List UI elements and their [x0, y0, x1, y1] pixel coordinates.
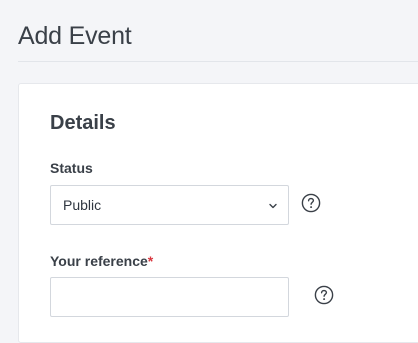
header-divider	[18, 61, 418, 62]
section-title-details: Details	[50, 112, 116, 134]
required-asterisk: *	[147, 253, 154, 269]
page-title: Add Event	[18, 22, 132, 50]
details-card: Details Status Public Your reference*	[18, 83, 418, 343]
status-help-icon[interactable]	[301, 193, 321, 213]
reference-help-icon[interactable]	[314, 285, 334, 305]
status-select-value: Public	[63, 197, 102, 213]
status-label-text: Status	[50, 160, 93, 176]
chevron-down-icon	[269, 203, 277, 209]
reference-label-text: Your reference	[50, 253, 148, 269]
status-select[interactable]: Public	[50, 185, 289, 225]
reference-input[interactable]	[50, 277, 289, 317]
status-label: Status	[50, 160, 93, 177]
reference-label: Your reference*	[50, 253, 153, 270]
